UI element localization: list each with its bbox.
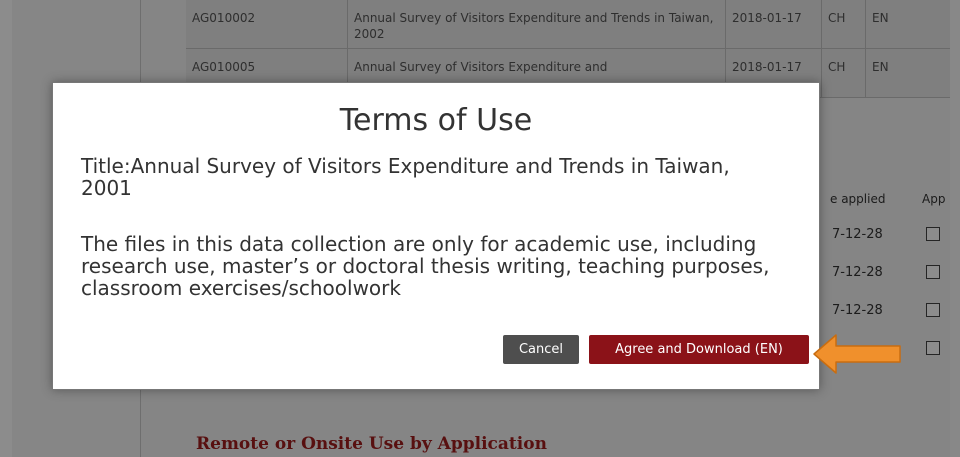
- dialog-title: Terms of Use: [339, 103, 533, 138]
- terms-text: The files in this data collection are on…: [81, 232, 770, 300]
- arrow-left-icon: [813, 334, 901, 374]
- agree-download-button[interactable]: Agree and Download (EN): [589, 335, 809, 364]
- dataset-title: Title:Annual Survey of Visitors Expendit…: [81, 154, 730, 200]
- terms-of-use-dialog: Terms of Use Title:Annual Survey of Visi…: [52, 82, 820, 390]
- cancel-button[interactable]: Cancel: [503, 335, 579, 364]
